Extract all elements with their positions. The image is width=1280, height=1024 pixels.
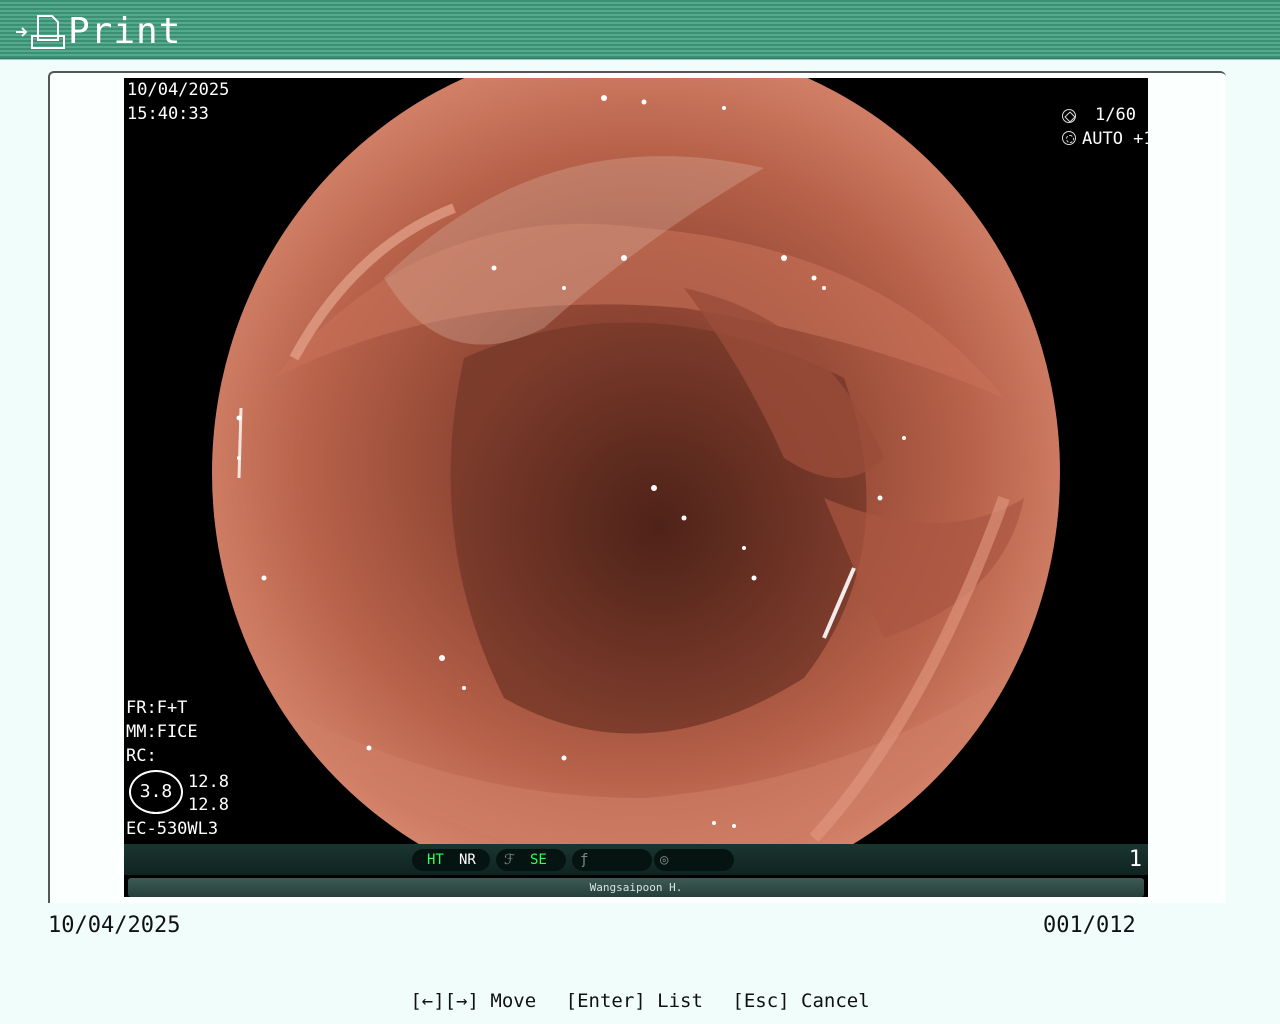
color-enhance-icon: ƒ: [580, 852, 589, 868]
window-title: Print: [68, 11, 182, 52]
frame-number: 1: [1128, 847, 1142, 872]
title-bar: Print: [0, 0, 1280, 60]
se-indicator: SE: [530, 852, 547, 868]
shutter-icon: [1062, 109, 1076, 123]
shutter-value: 1/60: [1095, 105, 1136, 125]
key-help: [←][→] Move [Enter] List [Esc] Cancel: [0, 987, 1280, 1015]
endoscopy-view: [212, 78, 1060, 844]
mode-icon: ◎: [660, 852, 669, 868]
capture-time: 15:40:33: [127, 104, 209, 124]
fr-setting: FR:F+T: [126, 698, 188, 718]
mm-setting: MM:FICE: [126, 722, 198, 742]
help-move[interactable]: [←][→] Move: [410, 990, 536, 1012]
doctor-name: Wangsaipoon H.: [128, 878, 1144, 897]
iris-value: AUTO +1: [1082, 129, 1148, 149]
ht-nr-pill: HT NR: [412, 849, 490, 871]
image-counter: 001/012: [1043, 913, 1136, 938]
zoom-value-a: 12.8: [188, 772, 229, 792]
ratio-badge: 3.8: [129, 770, 183, 814]
se-pill: ℱ SE: [496, 849, 566, 871]
structure-icon: ℱ: [504, 852, 516, 868]
help-cancel[interactable]: [Esc] Cancel: [732, 990, 869, 1012]
print-arrow-icon: [16, 15, 65, 49]
footer-date: 10/04/2025: [48, 913, 181, 938]
scope-model: EC-530WL3: [126, 819, 219, 839]
zoom-value-b: 12.8: [188, 795, 229, 815]
ht-indicator: HT: [427, 852, 444, 868]
mode-pill: ◎: [654, 849, 734, 871]
capture-date: 10/04/2025: [127, 80, 230, 100]
nr-indicator: NR: [459, 852, 476, 868]
iris-icon: [1062, 131, 1076, 145]
title-divider: [0, 59, 1280, 60]
color-pill: ƒ: [572, 849, 652, 871]
endoscope-image[interactable]: 10/04/2025 15:40:33 1/60 AUTO +1 FR:F+T …: [124, 78, 1148, 897]
status-bar: HT NR ℱ SE ƒ ◎ 1: [124, 844, 1148, 875]
rc-setting: RC:: [126, 746, 157, 766]
help-list[interactable]: [Enter] List: [566, 990, 703, 1012]
